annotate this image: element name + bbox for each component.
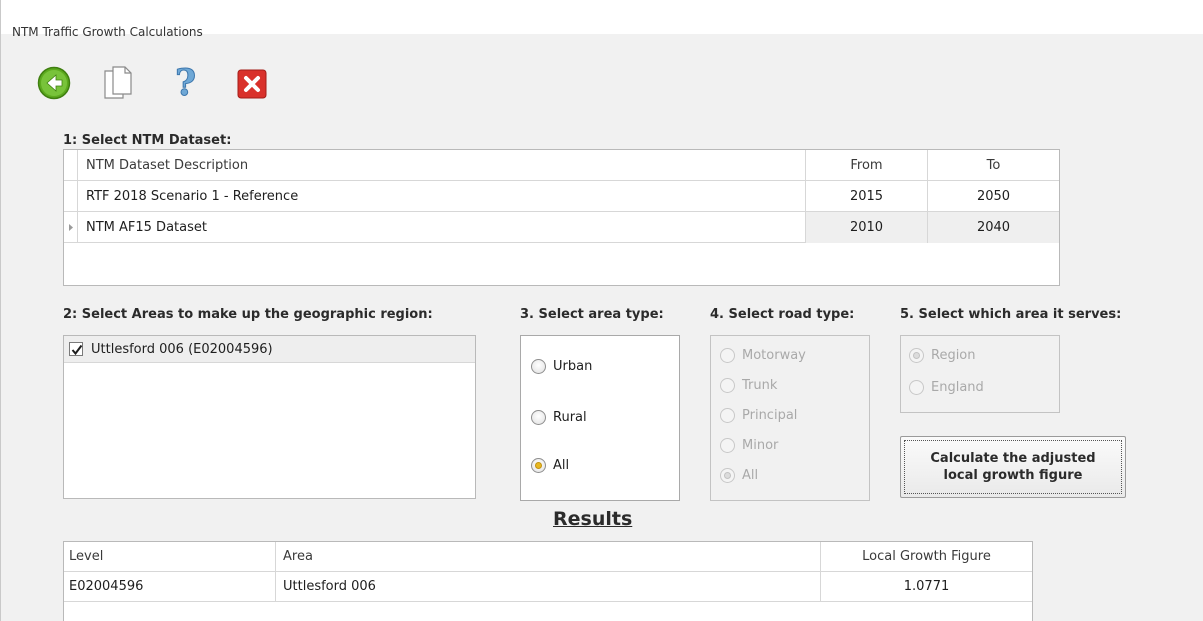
area-label: Uttlesford 006 (E02004596): [91, 341, 273, 357]
section3-label: 3. Select area type:: [520, 307, 664, 322]
radio-minor-circle[interactable]: [720, 438, 735, 453]
result-area[interactable]: Uttlesford 006: [276, 572, 821, 602]
radio-region-label: Region: [931, 348, 976, 363]
result-growth-value[interactable]: 1.0771: [821, 572, 1032, 602]
results-title: Results: [553, 508, 633, 530]
column-header-level[interactable]: Level: [64, 542, 276, 572]
list-item[interactable]: Uttlesford 006 (E02004596): [64, 336, 475, 363]
road-type-group: Motorway Trunk Principal Minor All: [710, 335, 870, 501]
dataset-description[interactable]: NTM AF15 Dataset: [78, 212, 806, 243]
radio-principal-label: Principal: [742, 408, 798, 423]
radio-region[interactable]: Region: [909, 348, 976, 363]
column-header-description[interactable]: NTM Dataset Description: [78, 150, 806, 181]
svg-text:?: ?: [175, 64, 196, 102]
radio-urban-label: Urban: [553, 359, 593, 374]
row-indicator[interactable]: [64, 212, 78, 243]
area-checkbox[interactable]: [69, 342, 83, 356]
close-icon[interactable]: [237, 69, 267, 99]
radio-all[interactable]: All: [531, 458, 569, 473]
radio-road-all[interactable]: All: [720, 468, 758, 483]
radio-road-all-label: All: [742, 468, 759, 483]
radio-principal[interactable]: Principal: [720, 408, 797, 423]
radio-trunk-label: Trunk: [742, 378, 778, 393]
table-row[interactable]: E02004596 Uttlesford 006 1.0771: [64, 572, 1032, 602]
radio-region-circle[interactable]: [909, 348, 924, 363]
column-header-to[interactable]: To: [928, 150, 1059, 181]
radio-motorway-circle[interactable]: [720, 348, 735, 363]
column-header-area[interactable]: Area: [276, 542, 821, 572]
serves-area-group: Region England: [900, 335, 1060, 413]
table-row[interactable]: NTM AF15 Dataset 2010 2040: [64, 212, 1059, 243]
radio-minor-label: Minor: [742, 438, 779, 453]
title-bar: NTM Traffic Growth Calculations: [1, 0, 1203, 39]
radio-all-circle[interactable]: [531, 458, 546, 473]
section5-label: 5. Select which area it serves:: [900, 307, 1122, 322]
dataset-to[interactable]: 2050: [928, 181, 1059, 212]
radio-trunk-circle[interactable]: [720, 378, 735, 393]
results-grid: Level Area Local Growth Figure E02004596…: [63, 541, 1033, 621]
radio-motorway[interactable]: Motorway: [720, 348, 806, 363]
areas-list[interactable]: Uttlesford 006 (E02004596): [63, 335, 476, 499]
radio-road-all-circle[interactable]: [720, 468, 735, 483]
calculate-button[interactable]: Calculate the adjusted local growth figu…: [900, 436, 1126, 498]
copy-icon[interactable]: [102, 66, 136, 100]
result-level[interactable]: E02004596: [64, 572, 276, 602]
radio-rural-label: Rural: [553, 410, 587, 425]
radio-all-label: All: [553, 458, 570, 473]
window-title: NTM Traffic Growth Calculations: [12, 25, 203, 39]
section2-label: 2: Select Areas to make up the geographi…: [63, 307, 433, 322]
area-type-group: Urban Rural All: [520, 335, 680, 501]
radio-rural-circle[interactable]: [531, 410, 546, 425]
dataset-to[interactable]: 2040: [928, 212, 1059, 243]
dataset-grid-header: NTM Dataset Description From To: [64, 150, 1059, 181]
results-grid-header: Level Area Local Growth Figure: [64, 542, 1032, 572]
radio-urban[interactable]: Urban: [531, 359, 592, 374]
back-arrow-icon[interactable]: [37, 66, 71, 100]
radio-minor[interactable]: Minor: [720, 438, 778, 453]
header-indicator: [64, 150, 78, 181]
section1-label: 1: Select NTM Dataset:: [63, 133, 232, 148]
radio-england-label: England: [931, 380, 984, 395]
radio-urban-circle[interactable]: [531, 359, 546, 374]
table-row[interactable]: RTF 2018 Scenario 1 - Reference 2015 205…: [64, 181, 1059, 212]
dataset-grid: NTM Dataset Description From To RTF 2018…: [63, 149, 1060, 286]
column-header-local-growth[interactable]: Local Growth Figure: [821, 542, 1032, 572]
current-row-arrow-icon: [69, 224, 73, 231]
checkmark-icon: [71, 344, 83, 356]
row-indicator[interactable]: [64, 181, 78, 212]
section4-label: 4. Select road type:: [710, 307, 855, 322]
radio-principal-circle[interactable]: [720, 408, 735, 423]
column-header-from[interactable]: From: [806, 150, 928, 181]
radio-motorway-label: Motorway: [742, 348, 806, 363]
help-icon[interactable]: ?: [171, 62, 205, 105]
dataset-description[interactable]: RTF 2018 Scenario 1 - Reference: [78, 181, 806, 212]
main-window: NTM Traffic Growth Calculations ? 1: Sel…: [0, 0, 1203, 621]
dataset-from[interactable]: 2015: [806, 181, 928, 212]
radio-england-circle[interactable]: [909, 380, 924, 395]
focus-rectangle: [904, 440, 1122, 494]
radio-england[interactable]: England: [909, 380, 984, 395]
radio-trunk[interactable]: Trunk: [720, 378, 777, 393]
dataset-from[interactable]: 2010: [806, 212, 928, 243]
radio-rural[interactable]: Rural: [531, 410, 587, 425]
